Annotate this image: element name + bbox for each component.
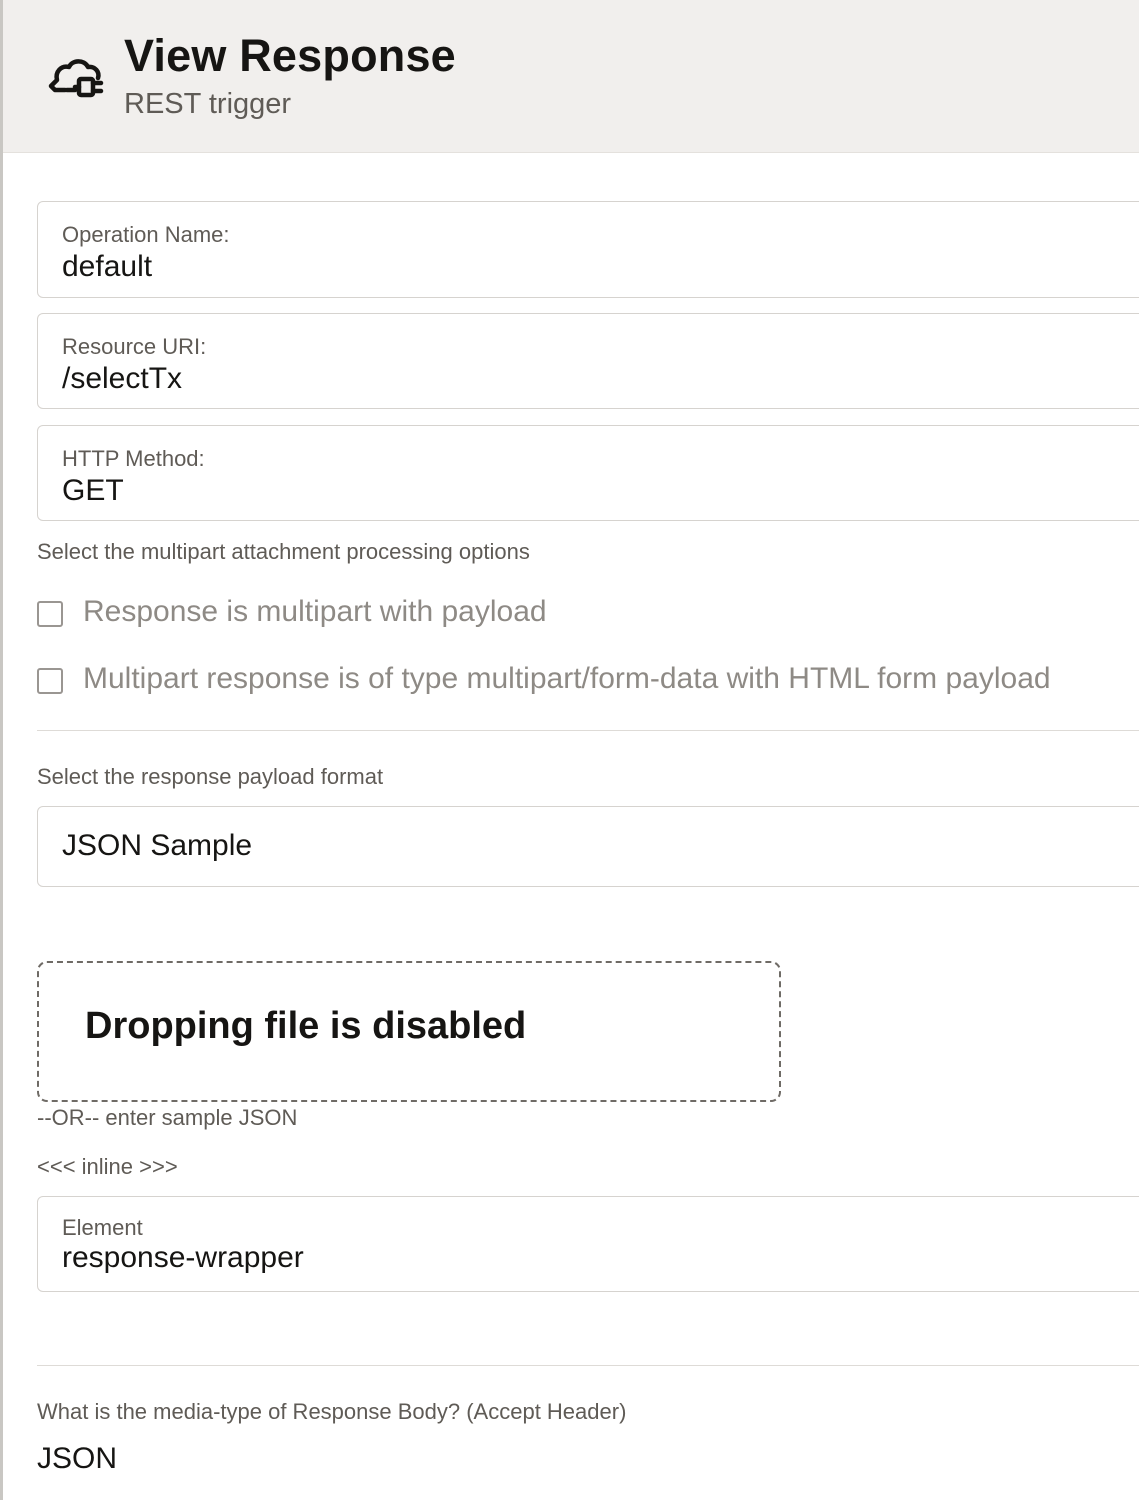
page-subtitle: REST trigger bbox=[124, 88, 292, 120]
payload-format-select[interactable]: JSON Sample bbox=[37, 806, 1139, 887]
multipart-form-data-label: Multipart response is of type multipart/… bbox=[83, 662, 1051, 695]
or-enter-sample-text: --OR-- enter sample JSON bbox=[37, 1105, 298, 1130]
dropzone-message: Dropping file is disabled bbox=[85, 1005, 527, 1047]
resource-uri-field: Resource URI: /selectTx bbox=[37, 313, 1139, 409]
multipart-payload-checkbox[interactable] bbox=[37, 601, 63, 627]
element-label: Element bbox=[62, 1215, 143, 1240]
section-divider bbox=[37, 1365, 1139, 1366]
page-title: View Response bbox=[124, 30, 456, 81]
operation-name-value: default bbox=[62, 250, 153, 283]
page-header: View Response REST trigger bbox=[3, 0, 1139, 153]
element-field: Element response-wrapper bbox=[37, 1196, 1139, 1292]
inline-link[interactable]: <<< inline >>> bbox=[37, 1154, 178, 1180]
resource-uri-label: Resource URI: bbox=[62, 334, 207, 359]
file-dropzone[interactable]: Dropping file is disabled bbox=[37, 961, 781, 1102]
payload-format-selected: JSON Sample bbox=[62, 829, 253, 862]
operation-name-label: Operation Name: bbox=[62, 222, 230, 247]
cloud-plug-icon bbox=[48, 59, 104, 98]
payload-format-label: Select the response payload format bbox=[37, 764, 384, 789]
http-method-value: GET bbox=[62, 474, 124, 507]
multipart-form-data-checkbox[interactable] bbox=[37, 668, 63, 694]
multipart-section-label: Select the multipart attachment processi… bbox=[37, 539, 530, 564]
media-type-value: JSON bbox=[37, 1442, 118, 1475]
panel-left-border bbox=[0, 0, 3, 1500]
multipart-payload-label: Response is multipart with payload bbox=[83, 595, 547, 628]
section-divider bbox=[37, 730, 1139, 731]
resource-uri-value: /selectTx bbox=[62, 362, 183, 395]
operation-name-field: Operation Name: default bbox=[37, 201, 1139, 298]
http-method-field: HTTP Method: GET bbox=[37, 425, 1139, 521]
http-method-label: HTTP Method: bbox=[62, 446, 205, 471]
element-value: response-wrapper bbox=[62, 1241, 304, 1274]
media-type-question: What is the media-type of Response Body?… bbox=[37, 1399, 627, 1424]
